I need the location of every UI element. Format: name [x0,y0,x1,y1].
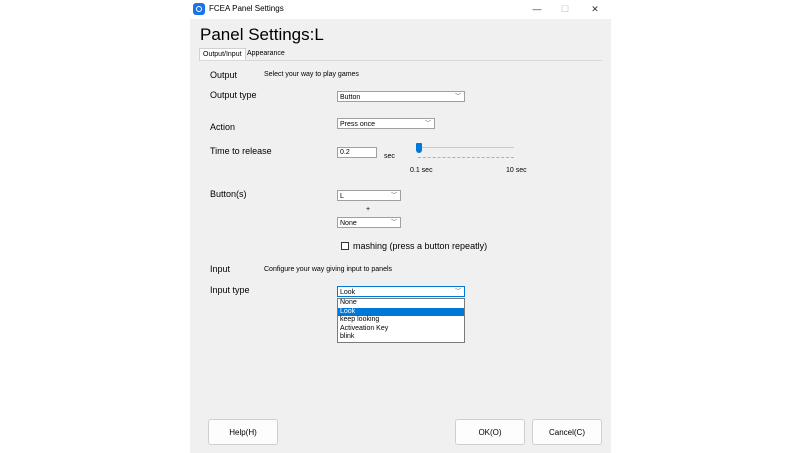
action-label: Action [210,122,236,132]
mashing-label[interactable]: mashing (press a button repeatly) [353,241,487,251]
chevron-down-icon: ﹀ [390,220,397,226]
title-bar: FCEA Panel Settings — ☐ ✕ [190,0,611,19]
settings-window: FCEA Panel Settings — ☐ ✕ Panel Settings… [190,0,611,453]
cancel-button[interactable]: Cancel(C) [532,419,602,445]
dropdown-option-activation-key[interactable]: Activeation Key [338,325,464,334]
input-description: Configure your way giving input to panel… [264,266,393,273]
button2-value: None [340,220,357,227]
input-heading: Input [210,264,231,274]
app-icon [193,3,205,15]
output-type-value: Button [340,94,361,101]
input-type-value: Look [340,289,356,296]
button2-select[interactable]: None ﹀ [337,217,401,228]
chevron-down-icon: ﹀ [390,193,397,199]
time-to-release-label: Time to release [210,146,272,156]
input-type-select[interactable]: Look ﹀ [337,286,465,297]
input-type-dropdown: None Look keep looking Activeation Key b… [337,298,465,343]
dropdown-option-blink[interactable]: blink [338,333,464,342]
output-heading: Output [210,70,238,80]
chevron-down-icon: ﹀ [424,121,431,127]
button1-value: L [340,193,344,200]
time-unit-label: sec [384,153,395,160]
slider-min-label: 0.1 sec [410,167,433,174]
ok-button[interactable]: OK(O) [455,419,525,445]
window-title: FCEA Panel Settings [209,4,284,13]
output-description: Select your way to play games [264,71,359,78]
button1-select[interactable]: L ﹀ [337,190,401,201]
action-select[interactable]: Press once ﹀ [337,118,435,129]
slider-ticks [418,157,514,159]
dropdown-option-none[interactable]: None [338,299,464,308]
input-type-label: Input type [210,285,250,295]
chevron-down-icon: ﹀ [454,94,461,100]
action-value: Press once [340,121,376,128]
tab-panel: Output Select your way to play games Out… [199,60,602,411]
page-title: Panel Settings:L [200,25,324,44]
maximize-button[interactable]: ☐ [549,0,581,19]
mashing-checkbox[interactable] [341,242,349,250]
close-button[interactable]: ✕ [579,0,611,19]
plus-label: + [366,206,371,213]
dropdown-option-look[interactable]: Look [338,307,464,316]
output-type-label: Output type [210,90,257,100]
chevron-down-icon: ﹀ [454,289,461,295]
time-to-release-input[interactable]: 0.2 [337,147,377,158]
output-type-select[interactable]: Button ﹀ [337,91,465,102]
buttons-label: Button(s) [210,189,247,199]
help-button[interactable]: Help(H) [208,419,278,445]
tab-appearance[interactable]: Appearance [244,48,288,60]
slider-track [418,147,514,148]
slider-max-label: 10 sec [506,167,527,174]
time-slider-thumb[interactable] [415,143,422,153]
content-area: Panel Settings:L Output/Input Appearance… [190,19,611,453]
dropdown-option-keep-looking[interactable]: keep looking [338,316,464,325]
